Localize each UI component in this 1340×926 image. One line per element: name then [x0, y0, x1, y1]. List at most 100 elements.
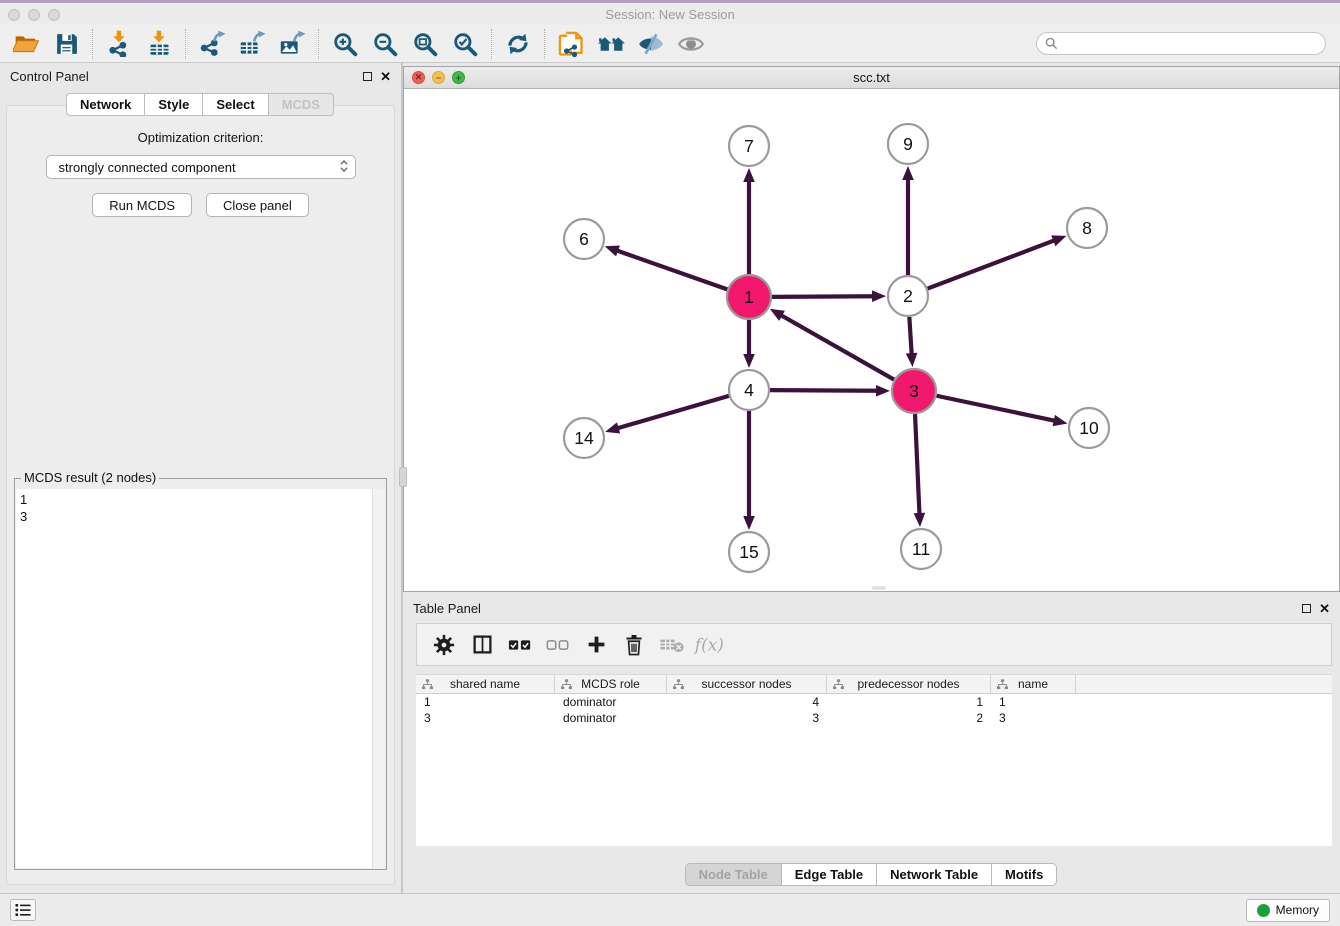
table-cell[interactable]: 1: [827, 695, 991, 709]
graph-edge-2-8[interactable]: [928, 240, 1056, 288]
graph-edge-4-3[interactable]: [770, 390, 878, 391]
graph-node-2[interactable]: 2: [888, 276, 928, 316]
graph-arrowhead: [876, 385, 890, 397]
table-row[interactable]: 3dominator323: [416, 710, 1332, 726]
panel-splitter-handle[interactable]: [399, 467, 407, 487]
graph-edge-4-14[interactable]: [617, 396, 729, 429]
memory-button[interactable]: Memory: [1246, 899, 1330, 922]
graph-arrowhead: [906, 353, 918, 367]
toolbar-separator: [318, 29, 319, 59]
run-mcds-button[interactable]: Run MCDS: [92, 193, 192, 217]
table-row[interactable]: 1dominator411: [416, 694, 1332, 710]
minimize-window-icon[interactable]: [28, 9, 40, 21]
control-panel-title: Control Panel: [10, 69, 89, 84]
graph-node-4[interactable]: 4: [729, 370, 769, 410]
close-table-panel-icon[interactable]: ✕: [1319, 602, 1330, 615]
graph-node-1[interactable]: 1: [727, 275, 771, 319]
close-window-icon[interactable]: [8, 9, 20, 21]
graph-edge-3-11[interactable]: [915, 414, 919, 515]
tab-network-table[interactable]: Network Table: [876, 863, 992, 886]
canvas-grip-handle[interactable]: [872, 586, 886, 590]
network-minimize-icon[interactable]: −: [432, 71, 445, 84]
table-cell[interactable]: dominator: [555, 711, 667, 725]
zoom-in-icon[interactable]: [325, 28, 365, 60]
zoom-out-icon[interactable]: [365, 28, 405, 60]
open-session-icon[interactable]: [6, 28, 46, 60]
network-canvas[interactable]: 7 9 6 8 1 2 4 3 10 14 15 11: [404, 89, 1339, 591]
graph-node-3[interactable]: 3: [892, 369, 936, 413]
close-panel-icon[interactable]: ✕: [380, 70, 391, 83]
first-neighbors-icon[interactable]: [591, 28, 631, 60]
tab-style[interactable]: Style: [144, 93, 203, 116]
add-column-icon[interactable]: [579, 628, 613, 662]
new-network-from-selection-icon[interactable]: [551, 28, 591, 60]
column-header-successor-nodes[interactable]: successor nodes: [667, 675, 827, 693]
float-panel-icon[interactable]: [363, 72, 372, 81]
zoom-window-icon[interactable]: [48, 9, 60, 21]
network-maximize-icon[interactable]: +: [452, 71, 465, 84]
graph-node-8[interactable]: 8: [1067, 208, 1107, 248]
import-table-icon[interactable]: [139, 28, 179, 60]
graph-node-11[interactable]: 11: [901, 529, 941, 569]
graph-edge-3-1[interactable]: [780, 315, 894, 380]
graph-node-15[interactable]: 15: [729, 532, 769, 572]
refresh-layout-icon[interactable]: [498, 28, 538, 60]
graph-node-7[interactable]: 7: [729, 126, 769, 166]
export-image-icon[interactable]: [272, 28, 312, 60]
select-all-columns-icon[interactable]: [503, 628, 537, 662]
tab-network[interactable]: Network: [66, 93, 145, 116]
table-cell[interactable]: 2: [827, 711, 991, 725]
export-table-icon[interactable]: [232, 28, 272, 60]
tab-select[interactable]: Select: [202, 93, 268, 116]
graph-node-9[interactable]: 9: [888, 124, 928, 164]
graph-node-6[interactable]: 6: [564, 219, 604, 259]
settings-gear-icon[interactable]: [427, 628, 461, 662]
table-cell[interactable]: 1: [416, 695, 555, 709]
graph-node-10[interactable]: 10: [1069, 408, 1109, 448]
criterion-select[interactable]: strongly connected component: [46, 155, 356, 179]
result-scrollbar[interactable]: [372, 489, 385, 868]
table-cell[interactable]: 1: [991, 695, 1076, 709]
table-cell[interactable]: dominator: [555, 695, 667, 709]
column-header-MCDS-role[interactable]: MCDS role: [555, 675, 667, 693]
network-window-titlebar[interactable]: ✕ − + scc.txt: [404, 67, 1339, 89]
graph-edge-2-3[interactable]: [909, 317, 911, 355]
import-network-icon[interactable]: [99, 28, 139, 60]
hide-selected-icon[interactable]: [631, 28, 671, 60]
tab-edge-table[interactable]: Edge Table: [781, 863, 877, 886]
save-session-icon[interactable]: [46, 28, 86, 60]
graph-node-14[interactable]: 14: [564, 418, 604, 458]
select-stepper-icon: [339, 159, 349, 176]
search-field-wrap: [1036, 32, 1326, 55]
graph-arrowhead: [1053, 415, 1068, 426]
search-input[interactable]: [1036, 32, 1326, 55]
table-cell[interactable]: 3: [416, 711, 555, 725]
task-history-button[interactable]: [10, 899, 36, 921]
network-close-icon[interactable]: ✕: [412, 71, 425, 84]
toolbar-separator: [544, 29, 545, 59]
app-titlebar: Session: New Session: [0, 0, 1340, 25]
delete-column-icon[interactable]: [617, 628, 651, 662]
column-header-predecessor-nodes[interactable]: predecessor nodes: [827, 675, 991, 693]
tab-node-table[interactable]: Node Table: [685, 863, 782, 886]
graph-edge-1-2[interactable]: [772, 296, 874, 297]
control-panel-tabs: NetworkStyleSelectMCDS: [0, 93, 401, 116]
table-cell[interactable]: 3: [667, 711, 827, 725]
zoom-selected-icon[interactable]: [445, 28, 485, 60]
float-table-panel-icon[interactable]: [1302, 604, 1311, 613]
table-cell[interactable]: 3: [991, 711, 1076, 725]
column-header-shared-name[interactable]: shared name: [416, 675, 555, 693]
tab-mcds[interactable]: MCDS: [268, 93, 334, 116]
control-panel-header: Control Panel ✕: [0, 63, 401, 89]
export-network-icon[interactable]: [192, 28, 232, 60]
close-panel-button[interactable]: Close panel: [206, 193, 309, 217]
column-layout-icon[interactable]: [465, 628, 499, 662]
zoom-fit-icon[interactable]: [405, 28, 445, 60]
unselect-all-columns-icon[interactable]: [541, 628, 575, 662]
graph-edge-1-6[interactable]: [616, 250, 727, 289]
column-header-name[interactable]: name: [991, 675, 1076, 693]
show-all-icon[interactable]: [671, 28, 711, 60]
graph-edge-3-10[interactable]: [937, 396, 1056, 421]
table-cell[interactable]: 4: [667, 695, 827, 709]
tab-motifs[interactable]: Motifs: [991, 863, 1057, 886]
